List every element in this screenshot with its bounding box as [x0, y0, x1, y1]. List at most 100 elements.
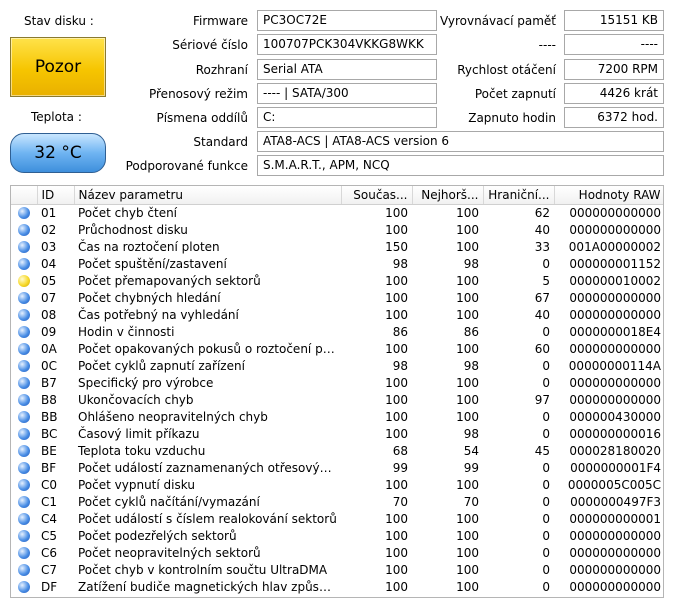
drive-letter-field: C:: [257, 107, 437, 128]
attribute-id: 0C: [41, 358, 58, 373]
attribute-worst: 100: [456, 273, 479, 288]
table-row[interactable]: C6 Počet neopravitelných sektorů 100 100 0 00…: [11, 544, 663, 561]
attribute-threshold: 97: [534, 392, 550, 407]
attribute-raw: 000000430000: [569, 409, 661, 424]
table-row[interactable]: BF Počet událostí zaznamenaných otřesovým…: [11, 459, 663, 476]
table-row[interactable]: BE Teplota toku vzduchu 68 54 45 000028180020: [11, 442, 663, 459]
attribute-threshold: 0: [542, 358, 550, 373]
table-row[interactable]: C4 Počet událostí s číslem realokování se…: [11, 510, 663, 527]
table-row[interactable]: 02 Průchodnost disku 100 100 40 000000000000: [11, 221, 663, 238]
attribute-id: C7: [41, 562, 58, 577]
table-row[interactable]: C0 Počet vypnutí disku 100 100 0 0000005C005C: [11, 476, 663, 493]
attribute-raw: 000000010002: [569, 273, 661, 288]
attribute-raw: 0000000497F3: [570, 494, 661, 509]
status-icon-cell: [11, 544, 37, 561]
attribute-id: C6: [41, 545, 58, 560]
attribute-name: Počet neopravitelných sektorů: [78, 545, 261, 560]
attribute-id: 03: [41, 239, 57, 254]
good-status-icon: [18, 258, 30, 270]
column-header-id[interactable]: ID: [37, 186, 75, 205]
attribute-id: 04: [41, 256, 57, 271]
buffer-label: Vyrovnávací paměť: [439, 14, 556, 28]
attribute-threshold: 45: [534, 443, 550, 458]
table-row[interactable]: B8 Ukončovacích chyb 100 100 97 000000000000: [11, 391, 663, 408]
column-header-raw[interactable]: Hodnoty RAW: [554, 186, 663, 205]
column-header-current[interactable]: Součas...: [341, 186, 413, 205]
table-row[interactable]: 07 Počet chybných hledání 100 100 67 00000000…: [11, 289, 663, 306]
table-row[interactable]: 04 Počet spuštění/zastavení 98 98 0 000000001…: [11, 255, 663, 272]
table-row[interactable]: B7 Specifický pro výrobce 100 100 0 000000000…: [11, 374, 663, 391]
attribute-threshold: 0: [542, 477, 550, 492]
attribute-id: BE: [41, 443, 57, 458]
attribute-name: Počet chybných hledání: [78, 290, 221, 305]
disk-status-button[interactable]: Pozor: [10, 37, 106, 97]
attribute-raw: 000000000000: [569, 290, 661, 305]
temperature-button[interactable]: 32 °C: [10, 133, 106, 173]
good-status-icon: [18, 513, 30, 525]
table-row[interactable]: C1 Počet cyklů načítání/vymazání 70 70 0 0000…: [11, 493, 663, 510]
good-status-icon: [18, 479, 30, 491]
attribute-name: Počet událostí s číslem realokování sekt…: [78, 511, 337, 526]
column-header-threshold[interactable]: Hraniční...: [483, 186, 555, 205]
attribute-current: 100: [385, 392, 408, 407]
attribute-worst: 100: [456, 511, 479, 526]
table-row[interactable]: 08 Čas potřebný na vyhledání 100 100 40 00000…: [11, 306, 663, 323]
attribute-raw: 000000000000: [569, 375, 661, 390]
table-row[interactable]: 01 Počet chyb čtení 100 100 62 000000000000: [11, 204, 663, 221]
attribute-worst: 100: [456, 290, 479, 305]
disk-status-label: Stav disku :: [24, 14, 94, 28]
attribute-id: BB: [41, 409, 58, 424]
attribute-current: 100: [385, 290, 408, 305]
power-hours-label: Zapnuto hodin: [468, 111, 556, 125]
good-status-icon: [18, 241, 30, 253]
attribute-current: 99: [392, 460, 408, 475]
attribute-current: 100: [385, 205, 408, 220]
attribute-threshold: 0: [542, 494, 550, 509]
table-row[interactable]: 03 Čas na roztočení ploten 150 100 33 001A000…: [11, 238, 663, 255]
firmware-label: Firmware: [193, 14, 248, 28]
table-row[interactable]: BB Ohlášeno neopravitelných chyb 100 100 0 00…: [11, 408, 663, 425]
good-status-icon: [18, 445, 30, 457]
good-status-icon: [18, 292, 30, 304]
good-status-icon: [18, 428, 30, 440]
attribute-worst: 100: [456, 205, 479, 220]
attribute-worst: 100: [456, 579, 479, 594]
attribute-name: Specifický pro výrobce: [78, 375, 214, 390]
attribute-name: Průchodnost disku: [78, 222, 188, 237]
status-icon-cell: [11, 425, 37, 442]
attribute-threshold: 40: [534, 307, 550, 322]
table-row[interactable]: 0A Počet opakovaných pokusů o roztočení p…: [11, 340, 663, 357]
features-label: Podporované funkce: [125, 159, 248, 173]
table-row[interactable]: BC Časový limit příkazu 100 98 0 000000000016: [11, 425, 663, 442]
table-row[interactable]: C7 Počet chyb v kontrolním součtu UltraDM…: [11, 561, 663, 578]
column-header-worst[interactable]: Nejhorš...: [412, 186, 484, 205]
smart-table[interactable]: ID Název parametru Součas... Nejhorš... …: [10, 185, 664, 598]
attribute-current: 100: [385, 307, 408, 322]
attribute-current: 68: [392, 443, 408, 458]
column-header-status[interactable]: [11, 186, 38, 205]
attribute-name: Počet chyb čtení: [78, 205, 178, 220]
attribute-id: BC: [41, 426, 58, 441]
attribute-name: Počet podezřelých sektorů: [78, 528, 237, 543]
attribute-threshold: 67: [534, 290, 550, 305]
attribute-id: C5: [41, 528, 58, 543]
table-row[interactable]: 0C Počet cyklů zapnutí zařízení 98 98 0 00000…: [11, 357, 663, 374]
attribute-name: Počet přemapovaných sektorů: [78, 273, 261, 288]
attribute-id: B7: [41, 375, 57, 390]
attribute-threshold: 0: [542, 511, 550, 526]
column-header-name[interactable]: Název parametru: [74, 186, 342, 205]
table-row[interactable]: C5 Počet podezřelých sektorů 100 100 0 000000…: [11, 527, 663, 544]
attribute-current: 150: [385, 239, 408, 254]
table-row[interactable]: 09 Hodin v činnosti 86 86 0 0000000018E4: [11, 323, 663, 340]
attribute-raw: 000000000001: [569, 511, 661, 526]
attribute-worst: 100: [456, 528, 479, 543]
attribute-current: 100: [385, 579, 408, 594]
status-icon-cell: [11, 493, 37, 510]
attribute-name: Zatížení budiče magnetických hlav způsob…: [78, 579, 341, 594]
power-hours-field: 6372 hod.: [564, 107, 664, 128]
table-row[interactable]: DF Zatížení budiče magnetických hlav způs…: [11, 578, 663, 595]
attribute-worst: 100: [456, 477, 479, 492]
power-count-field: 4426 krát: [564, 83, 664, 104]
table-row[interactable]: 05 Počet přemapovaných sektorů 100 100 5 0000…: [11, 272, 663, 289]
attribute-raw: 000000000000: [569, 205, 661, 220]
